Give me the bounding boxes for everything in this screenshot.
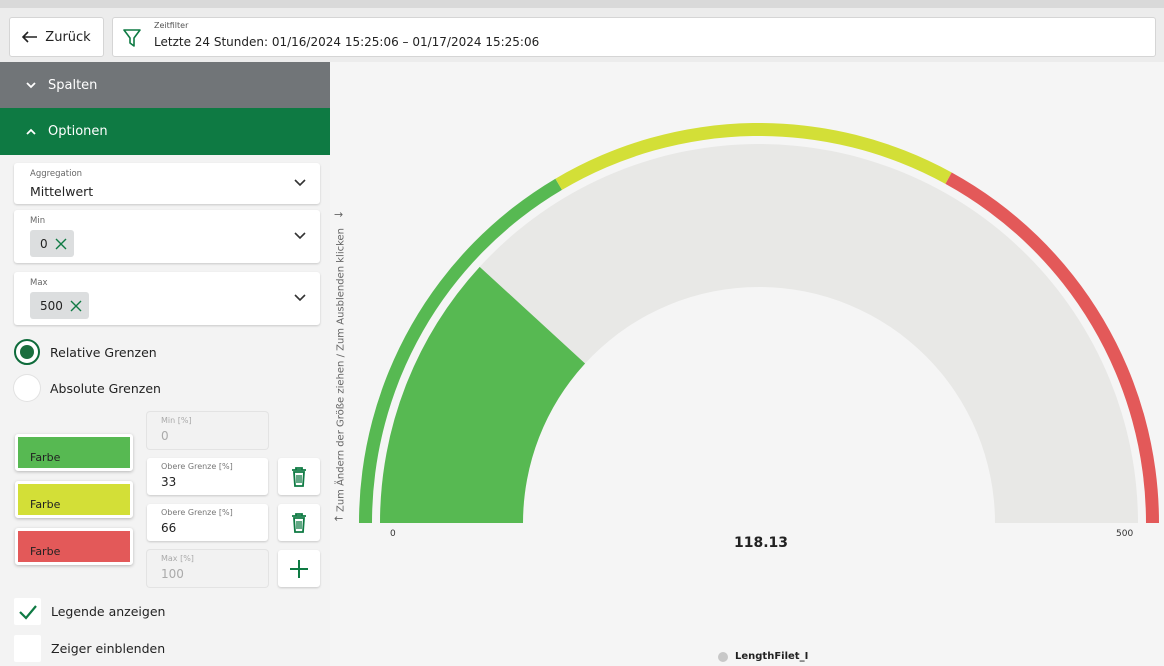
section-optionen-label: Optionen [48, 124, 108, 139]
radio-relative-bounds[interactable]: Relative Grenzen [14, 339, 157, 365]
upper-bound-1-label: Obere Grenze [%] [161, 462, 233, 471]
max-chip-value: 500 [40, 298, 63, 313]
options-sidebar: Spalten Optionen Aggregation Mittelwert … [0, 62, 330, 666]
range-min-field: Min [%] 0 [147, 412, 268, 449]
chevron-up-icon [26, 128, 36, 135]
section-optionen[interactable]: Optionen [0, 108, 330, 155]
back-button[interactable]: Zurück [9, 17, 104, 57]
time-filter-value: Letzte 24 Stunden: 01/16/2024 15:25:06 –… [154, 35, 540, 49]
gauge-min-label: 0 [390, 529, 396, 539]
resize-hint: Zum Ändern der Größe ziehen / Zum Ausble… [335, 227, 347, 513]
plus-icon [290, 559, 308, 578]
checkmark-icon [18, 604, 37, 620]
aggregation-value: Mittelwert [30, 184, 94, 199]
upper-bound-2-label: Obere Grenze [%] [161, 508, 233, 517]
chevron-down-icon [294, 178, 306, 186]
color-swatch-label: Farbe [30, 451, 61, 464]
show-pointer-label: Zeiger einblenden [51, 641, 166, 656]
checkbox-checked[interactable] [14, 598, 41, 625]
range-min-label: Min [%] [161, 416, 192, 425]
trash-icon [292, 466, 306, 487]
time-filter-label: Zeitfilter [154, 21, 189, 30]
range-max-value: 100 [161, 567, 184, 581]
delete-bound-1-button[interactable] [278, 458, 320, 495]
aggregation-label: Aggregation [30, 169, 83, 179]
chevron-down-icon [26, 81, 36, 88]
chevron-down-icon [294, 231, 306, 239]
radio-absolute-label: Absolute Grenzen [50, 380, 161, 396]
max-label: Max [30, 278, 48, 288]
range-min-value: 0 [161, 429, 169, 443]
color-swatch-red[interactable]: Farbe [15, 528, 133, 565]
gauge-chart: 0 500 118.13 LengthFilet_I [352, 62, 1164, 666]
arrow-left-icon [22, 31, 38, 43]
range-max-field: Max [%] 100 [147, 550, 268, 587]
min-select[interactable]: Min 0 [14, 210, 320, 263]
upper-bound-1-field[interactable]: Obere Grenze [%] 33 [147, 458, 268, 495]
color-swatch-green[interactable]: Farbe [15, 434, 133, 471]
upper-bound-2-value: 66 [161, 521, 177, 535]
max-select[interactable]: Max 500 [14, 272, 320, 325]
section-spalten-label: Spalten [48, 77, 98, 93]
range-max-label: Max [%] [161, 554, 194, 563]
legend-marker [718, 651, 728, 662]
close-icon[interactable] [55, 238, 67, 250]
min-chip: 0 [30, 230, 74, 257]
show-pointer-checkbox[interactable]: Zeiger einblenden [14, 635, 165, 662]
funnel-icon [123, 29, 141, 47]
arrow-left-icon: ← [334, 512, 344, 525]
show-legend-checkbox[interactable]: Legende anzeigen [14, 598, 165, 625]
radio-absolute-bounds[interactable]: Absolute Grenzen [14, 375, 161, 401]
chevron-down-icon [294, 293, 306, 301]
checkbox[interactable] [14, 635, 41, 662]
trash-icon [292, 512, 306, 533]
gauge-value: 118.13 [734, 535, 789, 551]
color-swatch-yellow[interactable]: Farbe [15, 481, 133, 518]
add-bound-button[interactable] [278, 550, 320, 587]
min-label: Min [30, 216, 46, 226]
legend-item[interactable]: LengthFilet_I [718, 651, 808, 662]
delete-bound-2-button[interactable] [278, 504, 320, 541]
upper-bound-1-value: 33 [161, 475, 177, 489]
aggregation-select[interactable]: Aggregation Mittelwert [14, 163, 320, 204]
top-bar: Zurück Zeitfilter Letzte 24 Stunden: 01/… [0, 0, 1164, 62]
max-chip: 500 [30, 292, 89, 319]
radio-button-selected[interactable] [14, 339, 40, 365]
gauge-svg [359, 123, 1159, 523]
radio-button[interactable] [14, 375, 40, 401]
upper-bound-2-field[interactable]: Obere Grenze [%] 66 [147, 504, 268, 541]
show-legend-label: Legende anzeigen [51, 604, 166, 619]
time-filter[interactable]: Zeitfilter Letzte 24 Stunden: 01/16/2024… [112, 17, 1156, 57]
close-icon[interactable] [70, 300, 82, 312]
back-button-label: Zurück [45, 29, 91, 45]
color-swatch-label: Farbe [30, 545, 61, 558]
radio-relative-label: Relative Grenzen [50, 344, 157, 360]
legend-label: LengthFilet_I [735, 651, 809, 662]
section-spalten[interactable]: Spalten [0, 62, 330, 108]
arrow-right-icon: → [334, 208, 344, 221]
color-swatch-label: Farbe [30, 498, 61, 511]
min-chip-value: 0 [40, 236, 48, 251]
gauge-max-label: 500 [1116, 529, 1134, 539]
